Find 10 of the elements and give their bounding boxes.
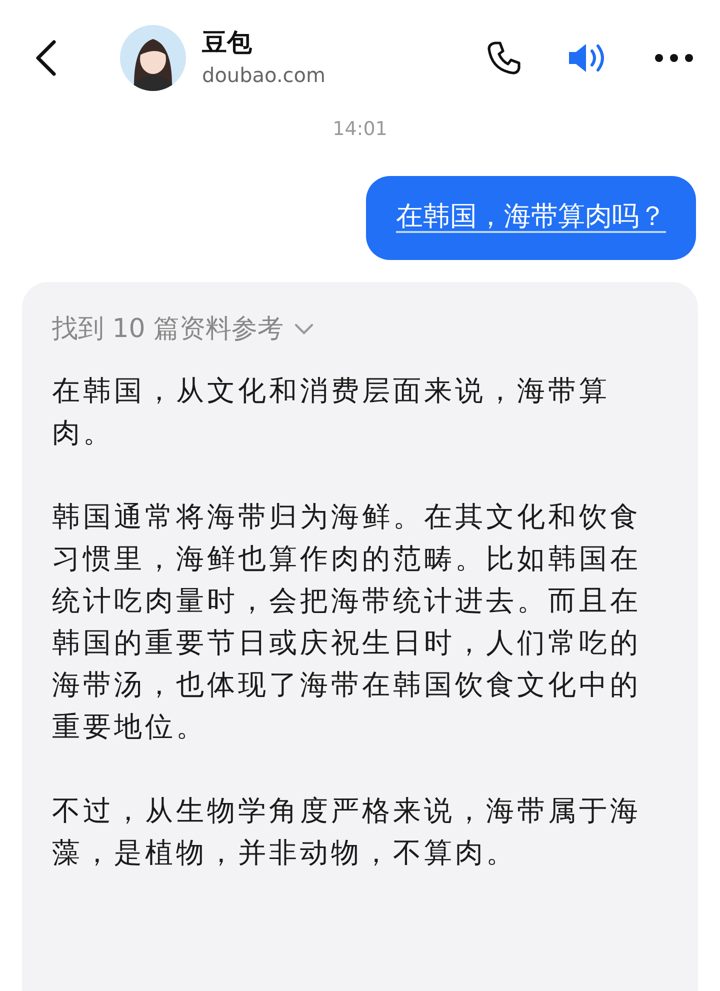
answer-paragraph: 不过，从生物学角度严格来说，海带属于海藻，是植物，并非动物，不算肉。	[52, 793, 642, 871]
contact-subtitle: doubao.com	[202, 62, 327, 89]
phone-icon[interactable]	[486, 40, 522, 76]
answer-paragraph: 在韩国，从文化和消费层面来说，海带算肉。	[52, 373, 611, 451]
contact-name: 豆包	[202, 27, 253, 59]
answer-paragraph: 韩国通常将海带归为海鲜。在其文化和饮食习惯里，海鲜也算作肉的范畴。比如韩国在统计吃肉量时，会把海带统计进去。而且在韩国的重要节日或庆祝生日时，人们常吃的海带汤，也体现了海带在韩国饮食文化中的重要地位。	[52, 499, 642, 745]
user-message: 在韩国，海带算肉吗？	[366, 176, 696, 260]
more-icon[interactable]	[654, 53, 694, 63]
sources-toggle[interactable]: 找到 10 篇资料参考	[52, 308, 314, 350]
message-timestamp: 14:01	[332, 118, 388, 140]
